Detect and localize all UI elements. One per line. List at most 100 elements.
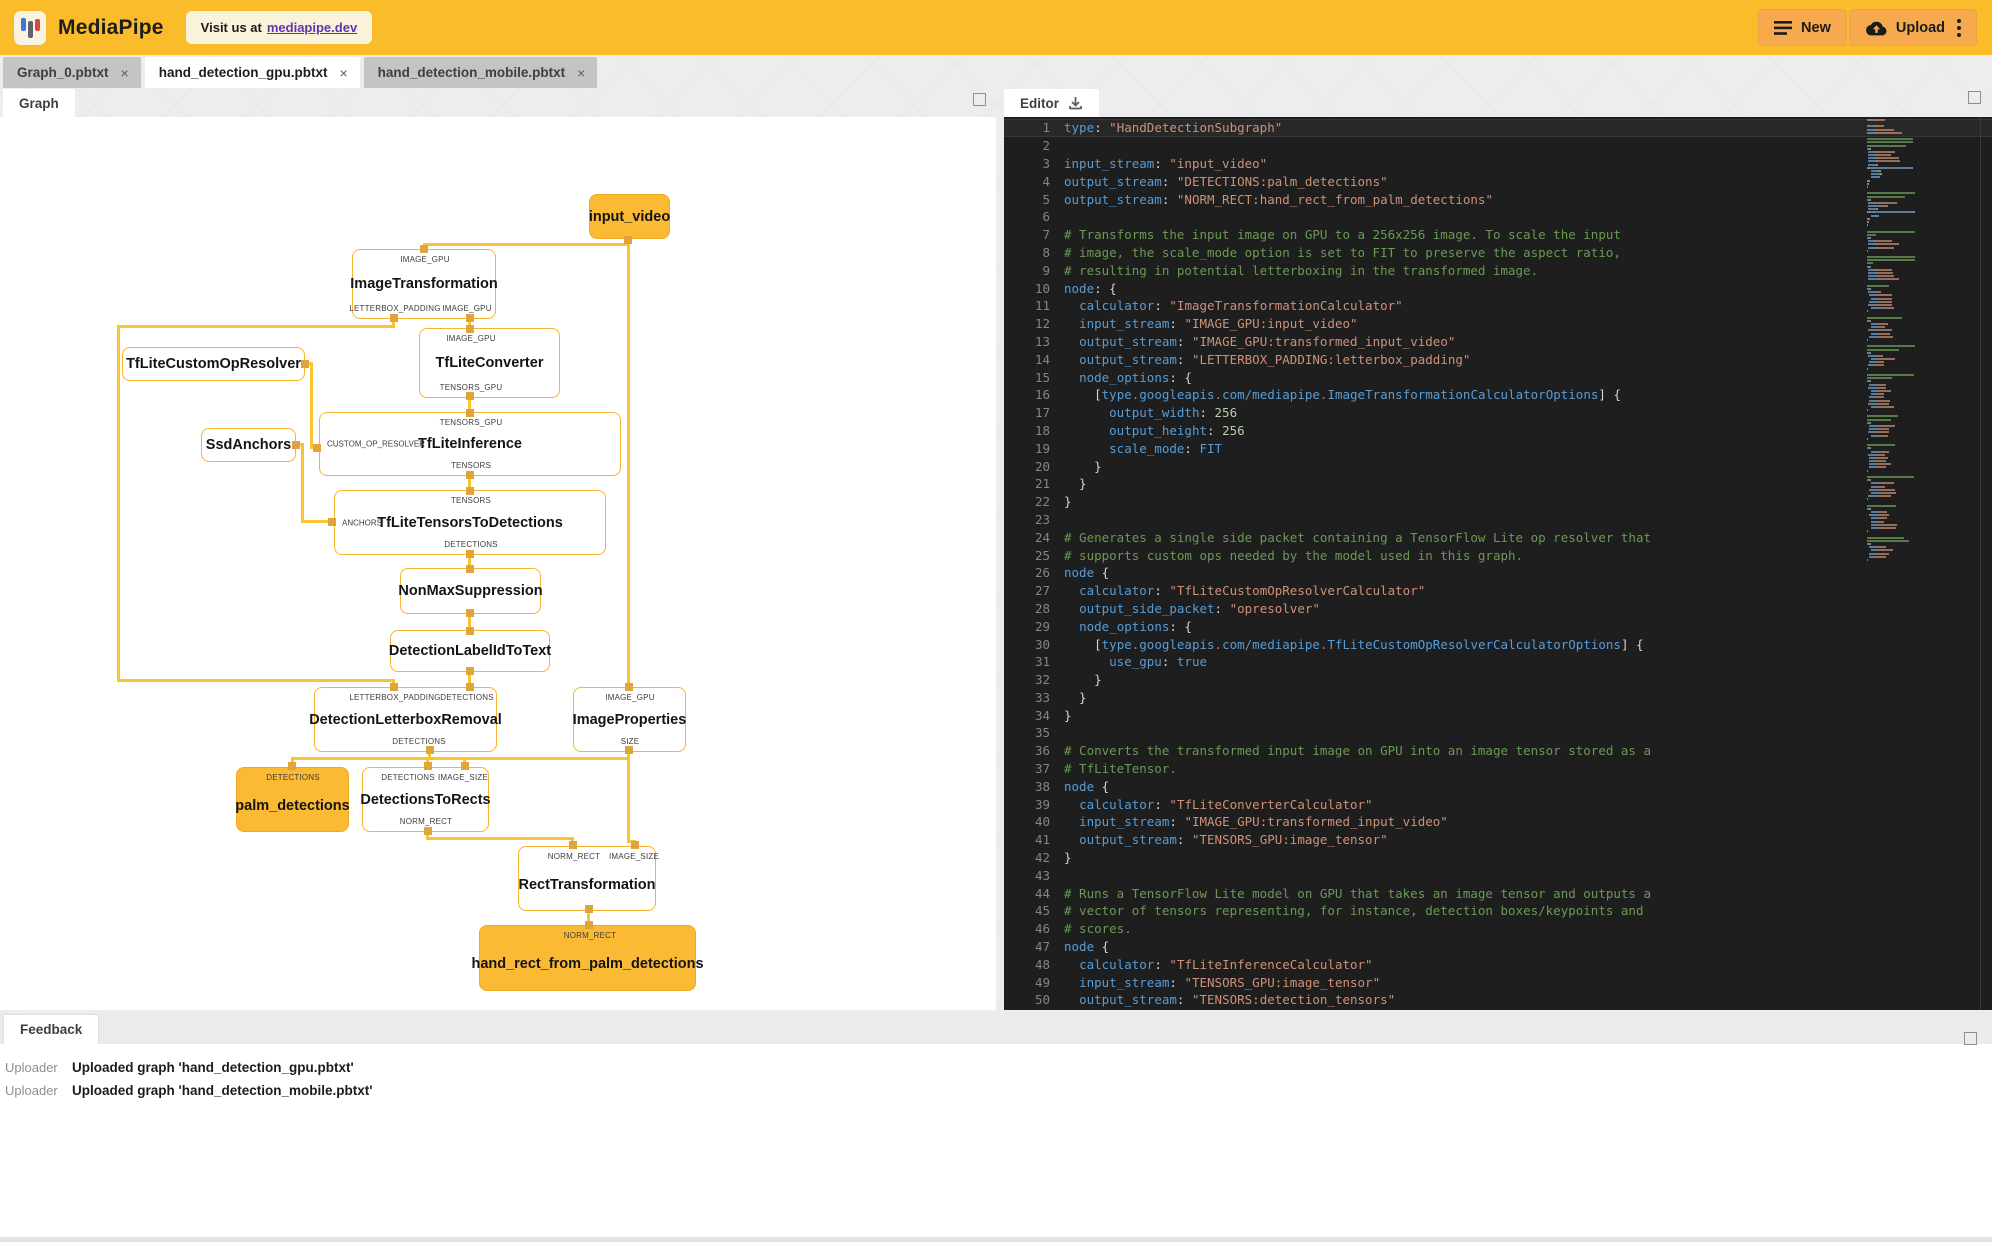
code-line[interactable]: 41 output_stream: "TENSORS_GPU:image_ten… <box>1004 831 1992 849</box>
mediapipe-logo <box>14 10 46 45</box>
file-tab-Graph_0.pbtxt[interactable]: Graph_0.pbtxt × <box>3 57 141 88</box>
download-icon[interactable] <box>1068 96 1083 111</box>
graph-node-RectTransformation[interactable]: RectTransformation NORM_RECT IMAGE_SIZE <box>518 846 659 911</box>
bottom-scrollbar[interactable] <box>0 1237 1992 1242</box>
code-line[interactable]: 22} <box>1004 493 1992 511</box>
code-line[interactable]: 42} <box>1004 849 1992 867</box>
code-line[interactable]: 30 [type.googleapis.com/mediapipe.TfLite… <box>1004 635 1992 653</box>
code-line[interactable]: 4 output_stream: "DETECTIONS:palm_detecti… <box>1004 172 1992 190</box>
code-line[interactable]: 46 # scores. <box>1004 920 1992 938</box>
code-line[interactable]: 27 calculator: "TfLiteCustomOpResolverCa… <box>1004 582 1992 600</box>
code-line[interactable]: 14 output_stream: "LETTERBOX_PADDING:let… <box>1004 350 1992 368</box>
editor-scrollbar[interactable] <box>1980 117 1981 1010</box>
code-line[interactable]: 34} <box>1004 706 1992 724</box>
code-line[interactable]: 13 output_stream: "IMAGE_GPU:transformed… <box>1004 333 1992 351</box>
logo-bar-blue <box>21 17 26 31</box>
code-line[interactable]: 15 node_options: { <box>1004 368 1992 386</box>
graph-node-ImageProperties[interactable]: ImageProperties IMAGE_GPU SIZE <box>573 687 686 752</box>
port-square <box>631 841 639 849</box>
close-icon[interactable]: × <box>121 65 129 81</box>
visit-us-pill: Visit us at mediapipe.dev <box>185 11 373 44</box>
graph-wire <box>310 362 313 448</box>
graph-panel-expand-icon[interactable] <box>973 93 986 106</box>
code-line[interactable]: 10 node: { <box>1004 279 1992 297</box>
code-line[interactable]: 24 # Generates a single side packet conta… <box>1004 528 1992 546</box>
code-line[interactable]: 48 calculator: "TfLiteInferenceCalculato… <box>1004 955 1992 973</box>
code-line[interactable]: 23 <box>1004 511 1992 529</box>
mediapipe-dev-link[interactable]: mediapipe.dev <box>267 20 357 35</box>
new-button[interactable]: New <box>1758 9 1847 46</box>
feedback-panel-expand-icon[interactable] <box>1964 1032 1977 1045</box>
minimap[interactable] <box>1867 119 1961 999</box>
code-line[interactable]: 17 output_width: 256 <box>1004 404 1992 422</box>
port-square <box>466 409 474 417</box>
file-tab-hand_detection_gpu.pbtxt[interactable]: hand_detection_gpu.pbtxt × <box>144 57 360 88</box>
side-port-label: CUSTOM_OP_RESOLVER <box>327 439 425 449</box>
code-line[interactable]: 21 } <box>1004 475 1992 493</box>
code-line[interactable]: 9 # resulting in potential letterboxing i… <box>1004 261 1992 279</box>
tab-feedback[interactable]: Feedback <box>3 1014 100 1044</box>
code-line[interactable]: 6 <box>1004 208 1992 226</box>
close-icon[interactable]: × <box>339 65 347 81</box>
code-line[interactable]: 44 # Runs a TensorFlow Lite model on GPU … <box>1004 884 1992 902</box>
graph-node-palm_detections[interactable]: palm_detections DETECTIONS <box>235 767 350 832</box>
graph-node-SsdAnchors[interactable]: SsdAnchors <box>201 428 296 462</box>
code-line[interactable]: 25 # supports custom ops needed by the mo… <box>1004 546 1992 564</box>
code-line[interactable]: 3 input_stream: "input_video" <box>1004 155 1992 173</box>
graph-node-NonMaxSuppression[interactable]: NonMaxSuppression <box>398 568 543 614</box>
code-line[interactable]: 49 input_stream: "TENSORS_GPU:image_tens… <box>1004 973 1992 991</box>
more-options-icon[interactable] <box>1957 18 1961 37</box>
code-line[interactable]: 33 } <box>1004 689 1992 707</box>
code-line[interactable]: 50 output_stream: "TENSORS:detection_ten… <box>1004 991 1992 1009</box>
graph-node-TfLiteTensorsToDetections[interactable]: TfLiteTensorsToDetections TENSORS DETECTIO… <box>334 490 606 555</box>
code-line[interactable]: 39 calculator: "TfLiteConverterCalculato… <box>1004 795 1992 813</box>
code-line[interactable]: 1 type: "HandDetectionSubgraph" <box>1004 119 1992 137</box>
close-icon[interactable]: × <box>577 65 585 81</box>
code-line[interactable]: 12 input_stream: "IMAGE_GPU:input_video" <box>1004 315 1992 333</box>
tab-graph[interactable]: Graph <box>3 89 75 117</box>
file-tab-hand_detection_mobile.pbtxt[interactable]: hand_detection_mobile.pbtxt × <box>363 57 598 88</box>
code-line[interactable]: 32 } <box>1004 671 1992 689</box>
graph-node-ImageTransformation[interactable]: ImageTransformation IMAGE_GPU LETTERBOX_PA… <box>349 249 498 319</box>
graph-node-TfLiteConverter[interactable]: TfLiteConverter IMAGE_GPU TENSORS_GPU <box>419 328 560 398</box>
uploader-label: Uploader <box>5 1060 58 1075</box>
code-line[interactable]: 26 node { <box>1004 564 1992 582</box>
code-editor[interactable]: 1 type: "HandDetectionSubgraph" 2 3 input_st… <box>1004 119 1992 1010</box>
graph-node-DetectionLetterboxRemoval[interactable]: DetectionLetterboxRemoval LETTERBOX_PADDI… <box>309 687 502 752</box>
code-line[interactable]: 51 input_side_packet: "CUSTOM_OP_RESOLVE… <box>1004 1009 1992 1010</box>
node-title: TfLiteConverter <box>435 355 544 371</box>
output-port-label: TENSORS_GPU <box>439 383 503 392</box>
input-port-label: TENSORS_GPU <box>439 418 503 427</box>
graph-node-DetectionLabelIdToText[interactable]: DetectionLabelIdToText <box>389 630 551 672</box>
code-line[interactable]: 28 output_side_packet: "opresolver" <box>1004 600 1992 618</box>
code-line[interactable]: 2 <box>1004 137 1992 155</box>
code-line[interactable]: 18 output_height: 256 <box>1004 422 1992 440</box>
graph-node-DetectionsToRects[interactable]: DetectionsToRects DETECTIONS IMAGE_SIZE NOR… <box>360 767 491 832</box>
editor-panel-expand-icon[interactable] <box>1968 91 1981 104</box>
code-line[interactable]: 36 # Converts the transformed input image… <box>1004 742 1992 760</box>
tab-editor[interactable]: Editor <box>1004 89 1099 117</box>
code-line[interactable]: 47 node { <box>1004 938 1992 956</box>
code-line[interactable]: 8 # image, the scale_mode option is set t… <box>1004 244 1992 262</box>
graph-wire <box>117 325 120 682</box>
code-line[interactable]: 31 use_gpu: true <box>1004 653 1992 671</box>
code-line[interactable]: 37 # TfLiteTensor. <box>1004 760 1992 778</box>
code-line[interactable]: 40 input_stream: "IMAGE_GPU:transformed_… <box>1004 813 1992 831</box>
upload-button[interactable]: Upload <box>1848 9 1977 46</box>
graph-node-TfLiteInference[interactable]: TfLiteInference TENSORS_GPU TENSORS CUSTOM_… <box>319 412 621 476</box>
cloud-upload-icon <box>1865 21 1887 35</box>
code-line[interactable]: 7 # Transforms the input image on GPU to … <box>1004 226 1992 244</box>
code-line[interactable]: 38 node { <box>1004 777 1992 795</box>
code-line[interactable]: 45 # vector of tensors representing, for … <box>1004 902 1992 920</box>
code-line[interactable]: 29 node_options: { <box>1004 617 1992 635</box>
code-line[interactable]: 19 scale_mode: FIT <box>1004 439 1992 457</box>
code-line[interactable]: 35 <box>1004 724 1992 742</box>
graph-node-TfLiteCustomOpResolver[interactable]: TfLiteCustomOpResolver <box>122 347 305 381</box>
code-line[interactable]: 20 } <box>1004 457 1992 475</box>
code-line[interactable]: 11 calculator: "ImageTransformationCalcu… <box>1004 297 1992 315</box>
code-line[interactable]: 43 <box>1004 866 1992 884</box>
code-line[interactable]: 16 [type.googleapis.com/mediapipe.ImageT… <box>1004 386 1992 404</box>
graph-node-hand_rect_from_palm_detections[interactable]: hand_rect_from_palm_detections NORM_RECT <box>471 925 704 991</box>
code-line[interactable]: 5 output_stream: "NORM_RECT:hand_rect_fro… <box>1004 190 1992 208</box>
graph-node-input_video[interactable]: input_video <box>589 194 670 239</box>
